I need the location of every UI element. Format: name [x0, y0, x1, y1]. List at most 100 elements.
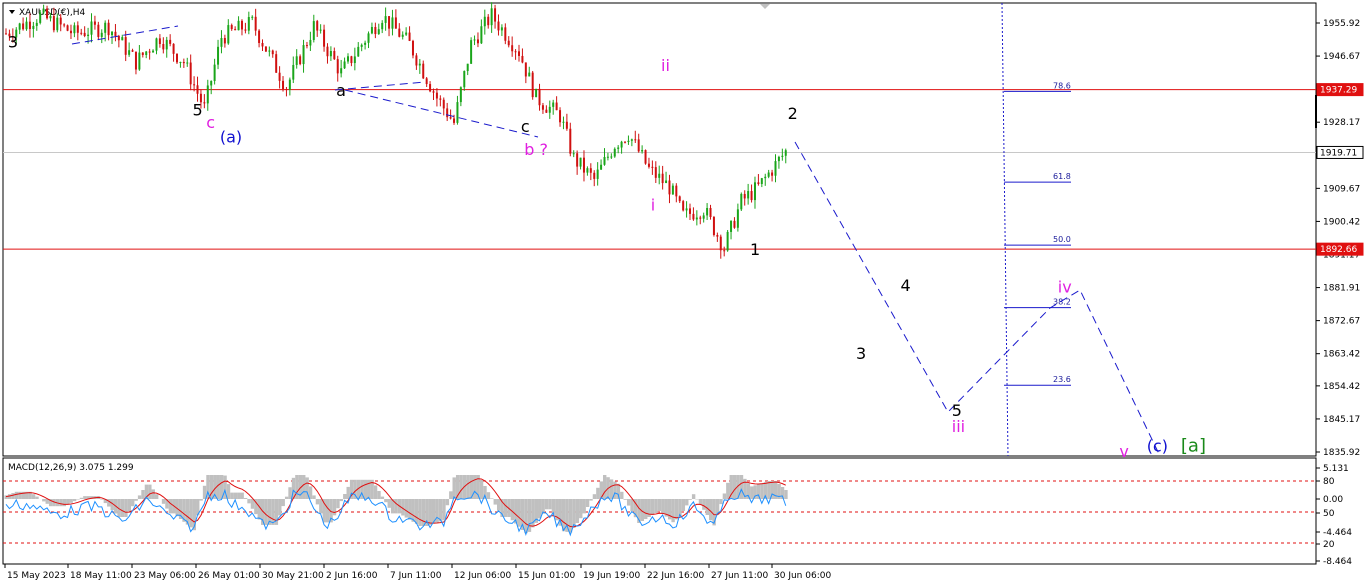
macd-histogram-bar [479, 479, 484, 499]
candle-body [309, 39, 312, 46]
macd-histogram-bar [250, 499, 255, 509]
candle-body [528, 72, 531, 77]
candle-body [63, 24, 66, 26]
macd-histogram-bar [343, 494, 347, 499]
candle-body [391, 17, 394, 29]
candle-body [124, 37, 127, 55]
candle-body [730, 220, 733, 232]
candle-body [480, 26, 483, 44]
macd-histogram-bar [315, 499, 320, 505]
candle-body [121, 37, 124, 41]
candle-body [288, 79, 291, 90]
macd-histogram-bar [373, 485, 378, 499]
candle-body [251, 16, 254, 18]
candle-body [353, 56, 356, 64]
candle-body [494, 8, 497, 22]
macd-histogram-bar [363, 479, 367, 499]
wave-label: 1 [750, 240, 760, 259]
candle-body [155, 38, 158, 51]
macd-histogram-bar [750, 486, 754, 499]
candle-body [329, 50, 332, 57]
candle-body [753, 182, 756, 201]
macd-histogram-bar [264, 499, 268, 525]
candle-body [507, 40, 510, 46]
candle-body [172, 43, 175, 54]
candle-body [647, 163, 650, 167]
macd-histogram-bar [154, 494, 159, 499]
candle-body [665, 180, 668, 184]
candle-body [258, 30, 261, 44]
price-tag-label: 1892.66 [1320, 245, 1357, 255]
macd-histogram-bar [336, 499, 340, 509]
candle-body [46, 8, 49, 19]
candle-body [644, 150, 647, 164]
macd-histogram-bar [544, 499, 549, 510]
macd-histogram-bar [411, 499, 415, 522]
candle-body [743, 193, 746, 199]
candle-body [87, 34, 90, 37]
candle-body [760, 178, 763, 185]
candle-body [285, 89, 288, 91]
candle-body [777, 156, 780, 162]
candle-body [497, 21, 500, 31]
candle-body [343, 61, 346, 69]
wave-label: i [651, 195, 655, 214]
wave-label: 2 [788, 104, 798, 123]
time-tick-label: 12 Jun 06:00 [454, 571, 511, 581]
macd-histogram-bar [739, 475, 744, 499]
macd-histogram-bar [18, 491, 22, 499]
macd-histogram-bar [784, 490, 788, 499]
macd-histogram-bar [438, 499, 443, 522]
candle-body [764, 176, 767, 179]
wave-label: a [336, 81, 346, 100]
macd-histogram-bar [688, 499, 692, 500]
macd-histogram-bar [83, 496, 87, 499]
candle-body [740, 193, 743, 210]
candle-body [76, 25, 79, 33]
candle-body [562, 121, 565, 123]
candle-body [425, 78, 428, 85]
price-tick-label: 1909.67 [1323, 184, 1360, 194]
wave-label: iii [952, 417, 965, 436]
candle-body [569, 128, 572, 154]
macd-tick-label: 80 [1323, 477, 1335, 487]
macd-histogram-bar [247, 499, 251, 504]
candle-body [719, 236, 722, 251]
macd-histogram-bar [384, 499, 388, 503]
macd-histogram-bar [722, 493, 727, 499]
macd-histogram-bar [657, 499, 662, 511]
candle-body [299, 56, 302, 65]
candle-body [548, 106, 551, 113]
macd-histogram-bar [585, 499, 590, 507]
macd-histogram-bar [69, 499, 73, 503]
macd-histogram-bar [302, 475, 306, 499]
macd-histogram-bar [620, 491, 624, 499]
fib-level-label: 50.0 [1053, 235, 1071, 244]
price-tags: 1937.29 1919.71 1892.66 [1315, 83, 1364, 256]
time-tick-label: 30 May 21:00 [262, 571, 324, 581]
candle-body [90, 21, 93, 35]
macd-histogram-bar [661, 499, 665, 514]
candle-body [268, 50, 271, 52]
macd-histogram-bar [11, 493, 15, 499]
price-tick-label: 1845.17 [1323, 415, 1360, 425]
macd-histogram-bar [732, 475, 737, 499]
candle-body [559, 110, 562, 123]
candle-body [247, 17, 250, 31]
price-chart[interactable]: XAUUSD(€),H4 78.661.850.038.223.6 35c(a)… [0, 0, 1366, 588]
macd-histogram-bar [168, 499, 173, 514]
candle-body [723, 250, 726, 252]
candle-body [699, 217, 702, 219]
macd-histogram-bar [459, 475, 463, 499]
wave-label: [a] [1181, 436, 1206, 457]
candle-body [411, 40, 414, 56]
candle-body [678, 196, 681, 202]
price-tag-label: 1937.29 [1320, 86, 1357, 96]
candle-body [784, 150, 787, 156]
macd-histogram-bar [702, 499, 706, 510]
macd-histogram-bar [681, 499, 686, 511]
candle-body [600, 164, 603, 170]
candle-body [702, 215, 705, 219]
macd-histogram-bar [120, 499, 125, 517]
macd-histogram-bar [387, 499, 391, 508]
